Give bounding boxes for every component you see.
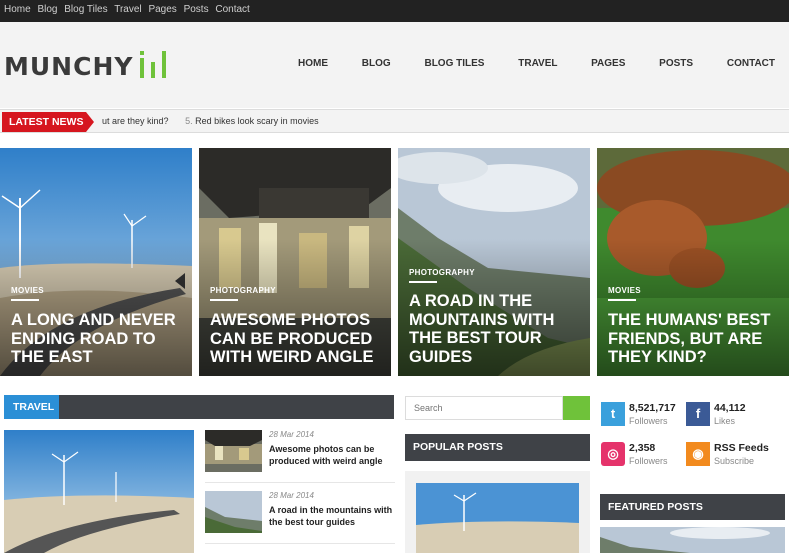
facebook-icon[interactable]: f <box>686 402 710 426</box>
nav-blog[interactable]: BLOG <box>362 58 391 69</box>
popular-posts-box <box>405 471 590 553</box>
featured-posts-header: FEATURED POSTS <box>600 494 785 520</box>
nav-pages[interactable]: PAGES <box>591 58 625 69</box>
latest-news-label: LATEST NEWS <box>2 112 86 132</box>
top-links: Home Blog Blog Tiles Travel Pages Posts … <box>4 4 254 15</box>
nav-posts[interactable]: POSTS <box>659 58 693 69</box>
social-count: 2,358 <box>629 442 656 454</box>
featured-post-image[interactable] <box>600 527 785 553</box>
top-bar: Home Blog Blog Tiles Travel Pages Posts … <box>0 0 789 22</box>
top-link-blog-tiles[interactable]: Blog Tiles <box>64 4 107 15</box>
post-date: 28 Mar 2014 <box>269 430 314 439</box>
social-twitter[interactable]: t 8,521,717 Followers <box>601 400 691 430</box>
top-link-home[interactable]: Home <box>4 4 31 15</box>
tile-category-underline <box>210 299 238 301</box>
post-thumbnail[interactable] <box>205 491 262 533</box>
dribbble-icon[interactable]: ◎ <box>601 442 625 466</box>
latest-news-ticker: LATEST NEWS ut are they kind? 5. Red bik… <box>0 109 789 133</box>
tile-title[interactable]: THE HUMANS' BEST FRIENDS, BUT ARE THEY K… <box>608 311 781 367</box>
post-title[interactable]: Awesome photos can be produced with weir… <box>269 443 394 467</box>
hero-tile[interactable]: MOVIES THE HUMANS' BEST FRIENDS, BUT ARE… <box>597 148 789 376</box>
tile-category-underline <box>11 299 39 301</box>
popular-post-image[interactable] <box>416 483 579 553</box>
post-date: 28 Mar 2014 <box>269 491 314 500</box>
social-count: 8,521,717 <box>629 402 676 414</box>
social-rss[interactable]: ◉ RSS Feeds Subscribe <box>686 440 776 470</box>
top-link-posts[interactable]: Posts <box>184 4 209 15</box>
nav-contact[interactable]: CONTACT <box>727 58 775 69</box>
nav-home[interactable]: HOME <box>298 58 328 69</box>
hero-tile[interactable]: PHOTOGRAPHY AWESOME PHOTOS CAN BE PRODUC… <box>199 148 391 376</box>
popular-posts-header: POPULAR POSTS <box>405 434 590 461</box>
tile-category[interactable]: PHOTOGRAPHY <box>409 268 475 277</box>
tile-title[interactable]: A LONG AND NEVER ENDING ROAD TO THE EAST <box>11 311 184 367</box>
top-link-blog[interactable]: Blog <box>37 4 57 15</box>
social-count: RSS Feeds <box>714 442 769 454</box>
logo-bars-icon <box>140 51 166 78</box>
tile-category[interactable]: MOVIES <box>608 286 641 295</box>
ticker-item[interactable]: Red bikes look scary in movies <box>195 116 319 126</box>
social-count: 44,112 <box>714 402 746 414</box>
travel-featured-image[interactable] <box>4 430 194 553</box>
social-sub: Followers <box>629 416 668 426</box>
latest-news-arrow <box>86 112 94 132</box>
rss-icon[interactable]: ◉ <box>686 442 710 466</box>
ticker-item-number: 5. <box>185 116 193 126</box>
twitter-icon[interactable]: t <box>601 402 625 426</box>
tile-title[interactable]: A ROAD IN THE MOUNTAINS WITH THE BEST TO… <box>409 292 582 366</box>
search-input[interactable] <box>405 396 563 420</box>
hero-tile[interactable]: PHOTOGRAPHY A ROAD IN THE MOUNTAINS WITH… <box>398 148 590 376</box>
ticker-item[interactable]: ut are they kind? <box>102 116 169 126</box>
top-link-pages[interactable]: Pages <box>148 4 176 15</box>
social-dribbble[interactable]: ◎ 2,358 Followers <box>601 440 691 470</box>
top-link-travel[interactable]: Travel <box>114 4 141 15</box>
tile-category-underline <box>608 299 636 301</box>
tile-category[interactable]: PHOTOGRAPHY <box>210 286 276 295</box>
travel-section-header: TRAVEL <box>4 395 394 419</box>
ticker-items: ut are they kind? 5. Red bikes look scar… <box>102 116 319 126</box>
top-link-contact[interactable]: Contact <box>215 4 249 15</box>
post-title[interactable]: A road in the mountains with the best to… <box>269 504 394 528</box>
nav-blog-tiles[interactable]: BLOG TILES <box>424 58 484 69</box>
main-nav: HOME BLOG BLOG TILES TRAVEL PAGES POSTS … <box>267 58 775 69</box>
tile-title[interactable]: AWESOME PHOTOS CAN BE PRODUCED WITH WEIR… <box>210 311 383 367</box>
post-thumbnail[interactable] <box>205 430 262 472</box>
social-sub: Likes <box>714 416 736 426</box>
site-header: MUNCHY HOME BLOG BLOG TILES TRAVEL PAGES… <box>0 22 789 108</box>
social-facebook[interactable]: f 44,112 Likes <box>686 400 776 430</box>
social-sub: Followers <box>629 456 668 466</box>
search-button[interactable] <box>563 396 590 420</box>
post-divider <box>205 543 395 544</box>
nav-travel[interactable]: TRAVEL <box>518 58 557 69</box>
post-divider <box>205 482 395 483</box>
site-logo[interactable]: MUNCHY <box>4 52 133 81</box>
tile-category-underline <box>409 281 437 283</box>
travel-label[interactable]: TRAVEL <box>4 395 59 419</box>
hero-tile[interactable]: MOVIES A LONG AND NEVER ENDING ROAD TO T… <box>0 148 192 376</box>
tile-category[interactable]: MOVIES <box>11 286 44 295</box>
social-sub: Subscribe <box>714 456 755 466</box>
